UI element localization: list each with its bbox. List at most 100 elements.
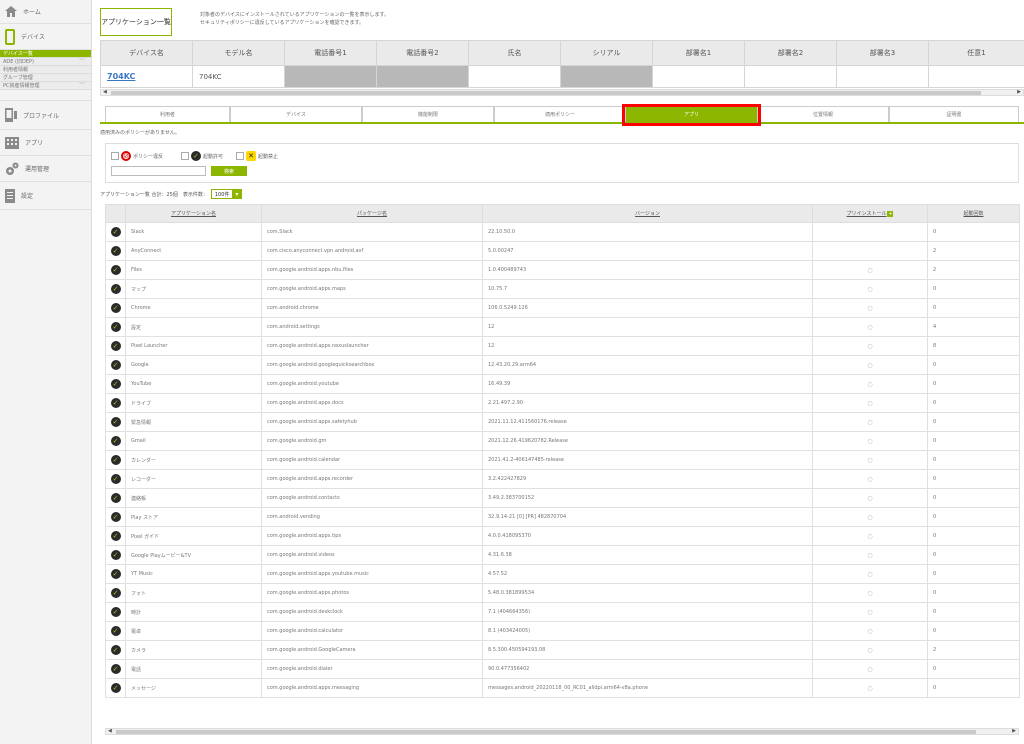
table-row[interactable]: ✓ 連絡帳 com.google.android.contacts 3.49.2.38…: [105, 488, 1020, 508]
scroll-left-icon[interactable]: ◀: [103, 89, 107, 95]
column-header[interactable]: 部署名2: [744, 40, 837, 66]
column-header-preinstall[interactable]: プリインストール +: [812, 204, 928, 223]
scrollbar-thumb[interactable]: [111, 91, 981, 95]
filter-violation[interactable]: ⊘ ポリシー違反: [111, 151, 163, 161]
check-circle-icon: ✓: [110, 531, 121, 541]
scroll-left-icon[interactable]: ◀: [108, 728, 112, 734]
filter-allowed[interactable]: ✓ 起動許可: [181, 151, 223, 161]
tab-location[interactable]: 位置情報: [757, 106, 889, 122]
search-button[interactable]: 検索: [211, 166, 247, 176]
app-name-cell: レコーダー: [125, 469, 262, 489]
list-summary-label: アプリケーション一覧 合計：25個 表示件数：: [100, 191, 208, 198]
name-cell: [468, 65, 561, 88]
table-row[interactable]: ✓ YT Music com.google.android.apps.youtube…: [105, 564, 1020, 584]
table-row[interactable]: ✓ レコーダー com.google.android.apps.recorder 3.…: [105, 469, 1020, 489]
column-header-launch-count[interactable]: 起動回数: [927, 204, 1020, 223]
tab-user[interactable]: 利用者: [105, 106, 230, 122]
table-row[interactable]: ✓ Pixel ガイド com.google.android.apps.tips 4.…: [105, 526, 1020, 546]
table-row[interactable]: ✓ カメラ com.google.android.GoogleCamera 8.5.3…: [105, 640, 1020, 660]
violation-checkbox[interactable]: [111, 152, 119, 160]
optional1-cell: [928, 65, 1024, 88]
column-header[interactable]: シリアル: [560, 40, 653, 66]
filter-banned[interactable]: ✕ 起動禁止: [236, 151, 278, 161]
column-header[interactable]: 任意1: [928, 40, 1024, 66]
preinstall-cell: ○: [812, 260, 928, 280]
search-input[interactable]: [111, 166, 206, 176]
column-header-version[interactable]: バージョン: [482, 204, 813, 223]
chevron-down-icon: ▾: [232, 189, 242, 199]
launch-count-cell: 0: [927, 564, 1020, 584]
table-row[interactable]: ✓ Slack com.Slack 22.10.50.0 0: [105, 222, 1020, 242]
preinstall-cell: ○: [812, 488, 928, 508]
tab-restrictions[interactable]: 機能制限: [362, 106, 494, 122]
check-circle-icon: ✓: [110, 417, 121, 427]
table-row[interactable]: ✓ 緊急情報 com.google.android.apps.safetyhub 20…: [105, 412, 1020, 432]
table-row[interactable]: ✓ Play ストア com.android.vending 32.9.14-21 […: [105, 507, 1020, 527]
table-row[interactable]: ✓ 電卓 com.google.android.calculator 8.1 (403…: [105, 621, 1020, 641]
sidebar-home-label: ホーム: [23, 9, 41, 16]
sidebar-sub-pc-assets[interactable]: PC資産情報管理 ﹀: [0, 82, 91, 90]
per-page-select[interactable]: 100件 ▾: [210, 189, 243, 199]
status-cell: ✓: [105, 431, 126, 451]
table-row[interactable]: ✓ 設定 com.android.settings 12 ○ 4: [105, 317, 1020, 337]
version-cell: 12: [482, 336, 813, 356]
device-name-link[interactable]: 704KC: [107, 72, 135, 81]
column-header[interactable]: 電話番号2: [376, 40, 469, 66]
version-cell: 5.0.00247: [482, 241, 813, 261]
table-row[interactable]: ✓ Gmail com.google.android.gm 2021.12.26.41…: [105, 431, 1020, 451]
sidebar-profile-label: プロファイル: [23, 112, 60, 120]
device-table-scrollbar[interactable]: ◀ ▶: [100, 89, 1024, 96]
tab-certificate[interactable]: 証明書: [889, 106, 1019, 122]
sidebar-item-device[interactable]: デバイス: [0, 24, 91, 50]
scroll-right-icon[interactable]: ▶: [1012, 728, 1016, 734]
preinstall-cell: ○: [812, 583, 928, 603]
sidebar-sub-device-list[interactable]: デバイス一覧: [0, 50, 91, 58]
sidebar-sub-user-info[interactable]: 利用者情報: [0, 66, 91, 74]
column-header[interactable]: モデル名: [192, 40, 285, 66]
tab-app[interactable]: アプリ: [626, 106, 757, 122]
table-row[interactable]: ✓ Google com.google.android.googlequicksea…: [105, 355, 1020, 375]
app-name-cell: Play ストア: [125, 507, 262, 527]
column-header[interactable]: 電話番号1: [284, 40, 377, 66]
banned-checkbox[interactable]: [236, 152, 244, 160]
status-cell: ✓: [105, 488, 126, 508]
sidebar-item-ops[interactable]: 運用管理: [0, 156, 91, 182]
chevron-down-icon: ﹀: [78, 82, 85, 89]
sidebar-sub-group[interactable]: グループ管理: [0, 74, 91, 82]
table-row[interactable]: ✓ ドライブ com.google.android.apps.docs 2.21.49…: [105, 393, 1020, 413]
app-name-cell: ドライブ: [125, 393, 262, 413]
package-cell: com.google.android.videos: [261, 545, 483, 565]
app-table-scrollbar[interactable]: ◀ ▶: [105, 728, 1019, 735]
column-header[interactable]: 部署名3: [836, 40, 929, 66]
allowed-checkbox[interactable]: [181, 152, 189, 160]
tab-device[interactable]: デバイス: [230, 106, 362, 122]
sidebar-item-settings[interactable]: 設定: [0, 182, 91, 210]
app-name-cell: 緊急情報: [125, 412, 262, 432]
table-row[interactable]: ✓ Files com.google.android.apps.nbu.files 1…: [105, 260, 1020, 280]
sidebar-sub-ade[interactable]: ADE (旧DEP) ﹀: [0, 58, 91, 66]
scroll-right-icon[interactable]: ▶: [1017, 89, 1021, 95]
column-header[interactable]: 部署名1: [652, 40, 745, 66]
app-name-cell: 電卓: [125, 621, 262, 641]
table-row[interactable]: ✓ AnyConnect com.cisco.anyconnect.vpn.andr…: [105, 241, 1020, 261]
table-row[interactable]: ✓ フォト com.google.android.apps.photos 5.48.0…: [105, 583, 1020, 603]
column-header[interactable]: デバイス名: [100, 40, 193, 66]
table-row[interactable]: ✓ YouTube com.google.android.youtube 16.49.…: [105, 374, 1020, 394]
table-row[interactable]: ✓ Chrome com.android.chrome 106.0.5249.126 ○…: [105, 298, 1020, 318]
sidebar-item-app[interactable]: アプリ: [0, 130, 91, 156]
column-header-package[interactable]: パッケージ名: [261, 204, 483, 223]
sidebar-item-profile[interactable]: プロファイル: [0, 100, 91, 130]
table-row[interactable]: ✓ カレンダー com.google.android.calendar 2021.41…: [105, 450, 1020, 470]
table-row[interactable]: ✓ メッセージ com.google.android.apps.messaging m…: [105, 678, 1020, 698]
scrollbar-thumb[interactable]: [116, 730, 976, 734]
column-header-app-name[interactable]: アプリケーション名: [125, 204, 262, 223]
table-row[interactable]: ✓ Pixel Launcher com.google.android.apps.n…: [105, 336, 1020, 356]
table-row[interactable]: ✓ 電話 com.google.android.dialer 90.0.4773564…: [105, 659, 1020, 679]
table-row[interactable]: ✓ マップ com.google.android.apps.maps 10.75.7 ○…: [105, 279, 1020, 299]
table-row[interactable]: ✓ Google Playムービー&TV com.google.android.vi…: [105, 545, 1020, 565]
plus-icon[interactable]: +: [887, 211, 894, 217]
table-row[interactable]: ✓ 時計 com.google.android.deskclock 7.1 (4046…: [105, 602, 1020, 622]
tab-applied-policy[interactable]: 適用ポリシー: [494, 106, 626, 122]
sidebar-item-home[interactable]: ホーム: [0, 0, 91, 24]
column-header[interactable]: 氏名: [468, 40, 561, 66]
